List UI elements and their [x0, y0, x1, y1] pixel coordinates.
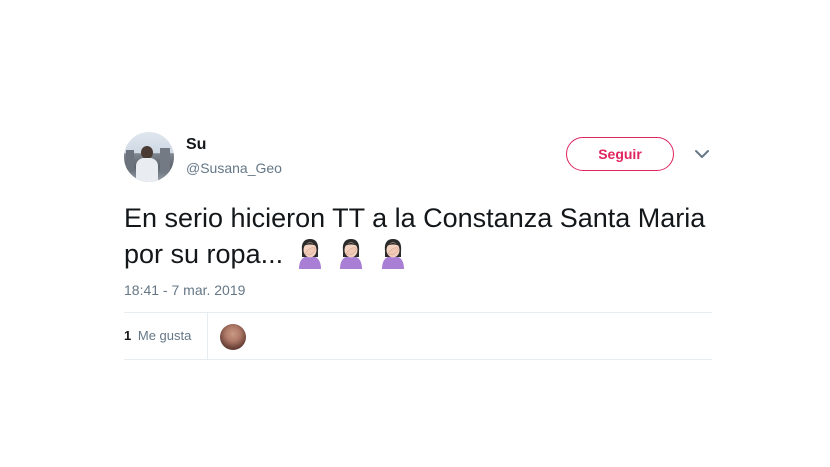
avatar-background-building — [160, 148, 170, 172]
tweet-text: En serio hicieron TT a la Constanza Sant… — [124, 200, 714, 272]
avatar-person-body — [136, 158, 158, 182]
woman-facepalming-icon — [381, 239, 404, 269]
follow-button[interactable]: Seguir — [566, 137, 674, 171]
user-avatar[interactable] — [124, 132, 174, 182]
divider — [124, 359, 712, 360]
tweet-text-content: En serio hicieron TT a la Constanza Sant… — [124, 203, 706, 269]
user-handle[interactable]: @Susana_Geo — [186, 160, 282, 176]
likes-label: Me gusta — [137, 328, 192, 343]
divider — [124, 312, 712, 313]
user-display-name[interactable]: Su — [186, 136, 206, 154]
chevron-down-icon[interactable] — [694, 148, 710, 160]
woman-facepalming-icon — [298, 239, 321, 269]
stats-separator — [207, 313, 208, 359]
tweet-timestamp[interactable]: 18:41 - 7 mar. 2019 — [124, 282, 245, 298]
likes-count: 1 — [124, 328, 132, 343]
avatar-background-building — [126, 150, 134, 170]
likes-stat[interactable]: 1 Me gusta — [124, 328, 191, 343]
liker-avatar[interactable] — [220, 324, 246, 350]
woman-facepalming-icon — [340, 239, 363, 269]
